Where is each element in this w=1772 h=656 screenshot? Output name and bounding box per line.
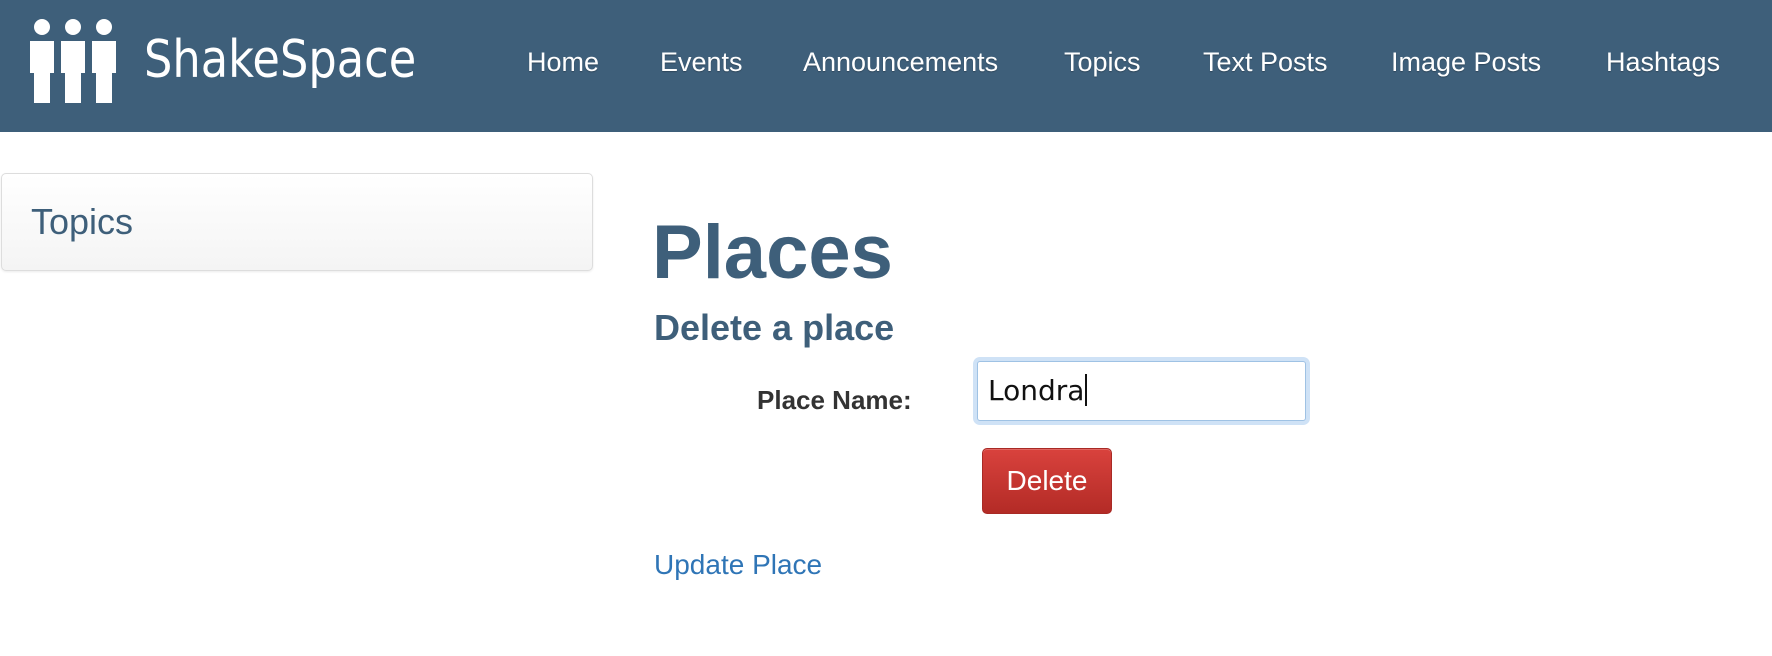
nav-item-home[interactable]: Home	[527, 44, 599, 80]
nav-menu: Home Events Announcements Topics Text Po…	[0, 0, 1772, 132]
nav-item-image-posts[interactable]: Image Posts	[1391, 44, 1541, 80]
nav-item-topics[interactable]: Topics	[1064, 44, 1141, 80]
top-navbar: ShakeSpace Home Events Announcements Top…	[0, 0, 1772, 132]
sidebar-title-topics[interactable]: Topics	[31, 200, 133, 244]
text-caret	[1085, 374, 1088, 406]
page-title: Places	[652, 210, 893, 295]
place-name-label: Place Name:	[757, 385, 912, 415]
sidebar-panel: Topics	[1, 173, 593, 271]
delete-button[interactable]: Delete	[982, 448, 1112, 514]
nav-item-hashtags[interactable]: Hashtags	[1606, 44, 1720, 80]
nav-item-events[interactable]: Events	[660, 44, 743, 80]
place-name-input[interactable]: Londra	[977, 361, 1306, 421]
nav-item-text-posts[interactable]: Text Posts	[1203, 44, 1328, 80]
place-name-value: Londra	[988, 374, 1085, 407]
nav-item-announcements[interactable]: Announcements	[803, 44, 998, 80]
update-place-link[interactable]: Update Place	[654, 547, 822, 583]
section-title: Delete a place	[654, 307, 895, 348]
